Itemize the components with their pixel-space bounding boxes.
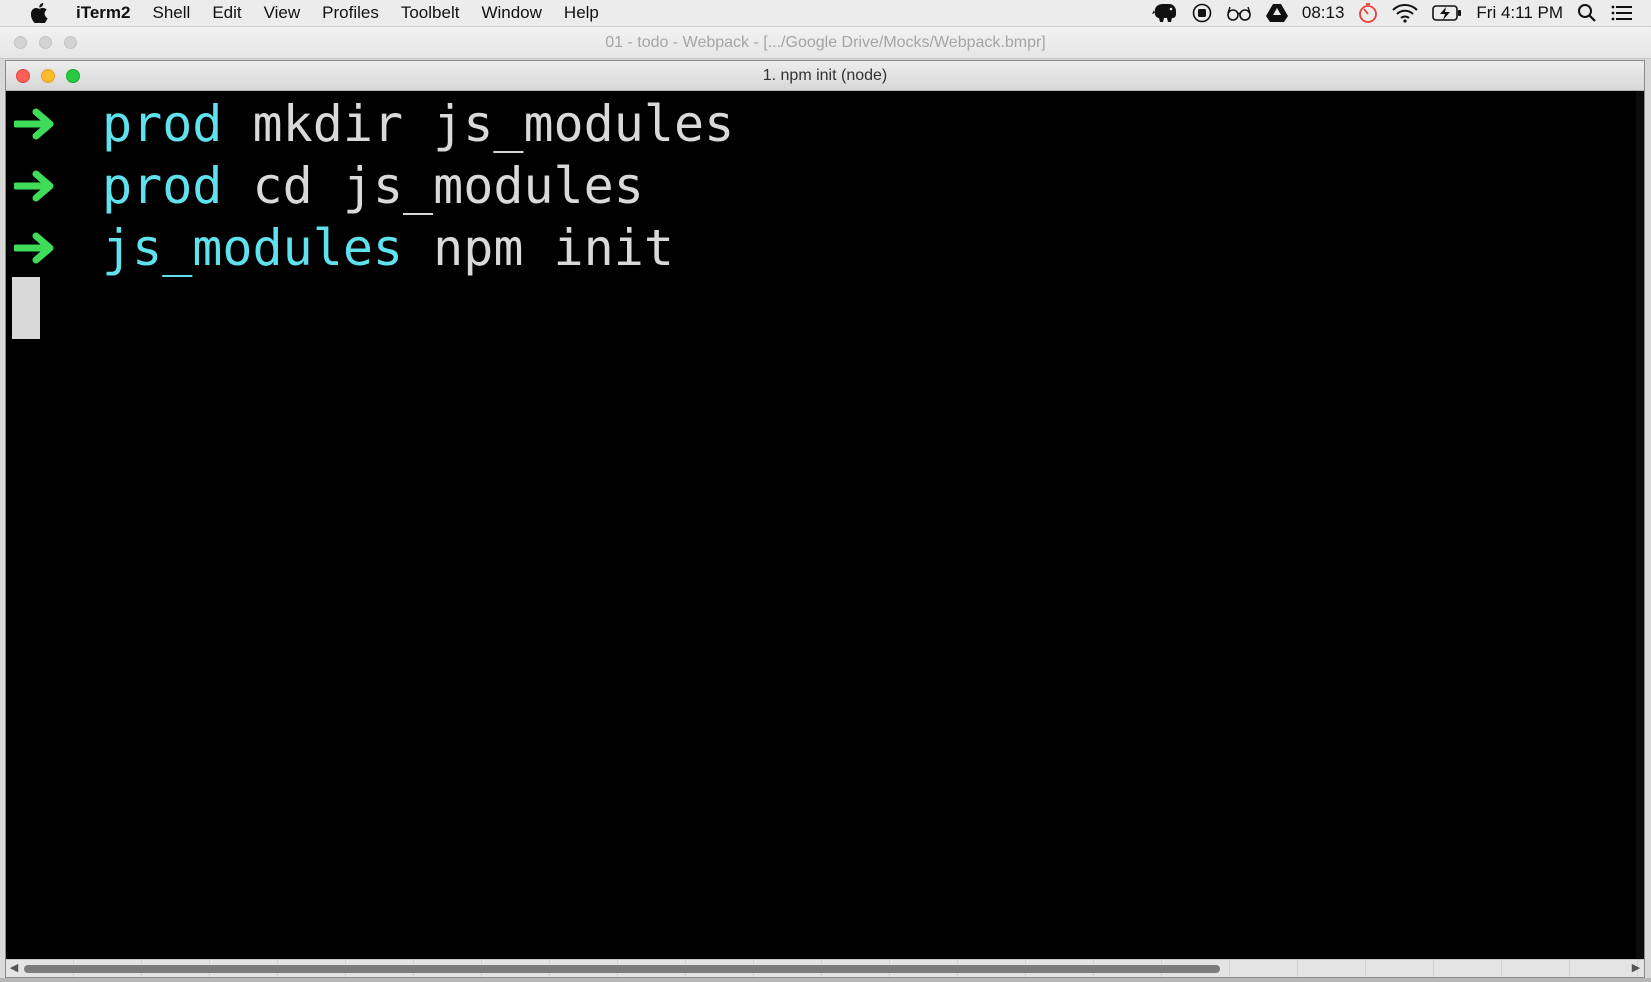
drive-icon[interactable]: [1265, 2, 1288, 24]
menu-bar: iTerm2 Shell Edit View Profiles Toolbelt…: [0, 0, 1651, 27]
evernote-elephant-icon[interactable]: [1151, 2, 1178, 24]
search-icon[interactable]: [1577, 2, 1597, 24]
command-text: mkdir js_modules: [252, 95, 735, 153]
prompt-directory: prod: [102, 95, 223, 153]
menu-toolbelt[interactable]: Toolbelt: [390, 0, 471, 26]
prompt-arrow-icon: [14, 166, 62, 206]
scrollbar-thumb[interactable]: [24, 965, 1220, 973]
command-text: npm init: [433, 219, 674, 277]
prompt-arrow-icon: [14, 104, 62, 144]
menu-help[interactable]: Help: [553, 0, 610, 26]
list-icon[interactable]: [1611, 2, 1633, 24]
menu-profiles[interactable]: Profiles: [311, 0, 390, 26]
dock-edge: [0, 978, 1651, 982]
vertical-scrollbar[interactable]: [1636, 91, 1644, 959]
menu-shell[interactable]: Shell: [142, 0, 202, 26]
terminal-cursor: [12, 277, 40, 339]
background-window-title: 01 - todo - Webpack - [.../Google Drive/…: [605, 34, 1046, 51]
horizontal-scrollbar[interactable]: ◀ ▶: [6, 959, 1644, 977]
prompt-directory: js_modules: [102, 219, 404, 277]
prompt-directory: prod: [102, 157, 223, 215]
battery-charging-icon[interactable]: [1432, 2, 1462, 24]
wifi-icon[interactable]: [1392, 2, 1419, 24]
terminal-output[interactable]: prod mkdir js_modules prod cd js_modules…: [6, 91, 1644, 977]
menubar-datetime[interactable]: Fri 4:11 PM: [1476, 3, 1563, 23]
command-text: cd js_modules: [252, 157, 644, 215]
terminal-line: prod cd js_modules: [14, 153, 644, 219]
menu-edit[interactable]: Edit: [201, 0, 252, 26]
terminal-titlebar[interactable]: 1. npm init (node): [6, 61, 1644, 91]
iterm-window: 1. npm init (node) prod mkdir js_modules…: [5, 60, 1645, 978]
timer-icon[interactable]: [1358, 2, 1378, 24]
menu-app-name[interactable]: iTerm2: [74, 0, 142, 26]
background-window-titlebar[interactable]: 01 - todo - Webpack - [.../Google Drive/…: [0, 27, 1651, 59]
apple-logo-icon[interactable]: [28, 2, 50, 24]
terminal-title: 1. npm init (node): [762, 67, 888, 84]
menu-window[interactable]: Window: [470, 0, 552, 26]
terminal-line: js_modules npm init: [14, 215, 674, 281]
scroll-left-icon[interactable]: ◀: [8, 962, 20, 974]
scroll-right-icon[interactable]: ▶: [1630, 962, 1642, 974]
prompt-arrow-icon: [14, 228, 62, 268]
timer-clock[interactable]: 08:13: [1302, 3, 1345, 23]
record-icon[interactable]: [1192, 2, 1212, 24]
menu-view[interactable]: View: [253, 0, 312, 26]
glasses-icon[interactable]: [1226, 2, 1252, 24]
terminal-line: prod mkdir js_modules: [14, 91, 734, 157]
